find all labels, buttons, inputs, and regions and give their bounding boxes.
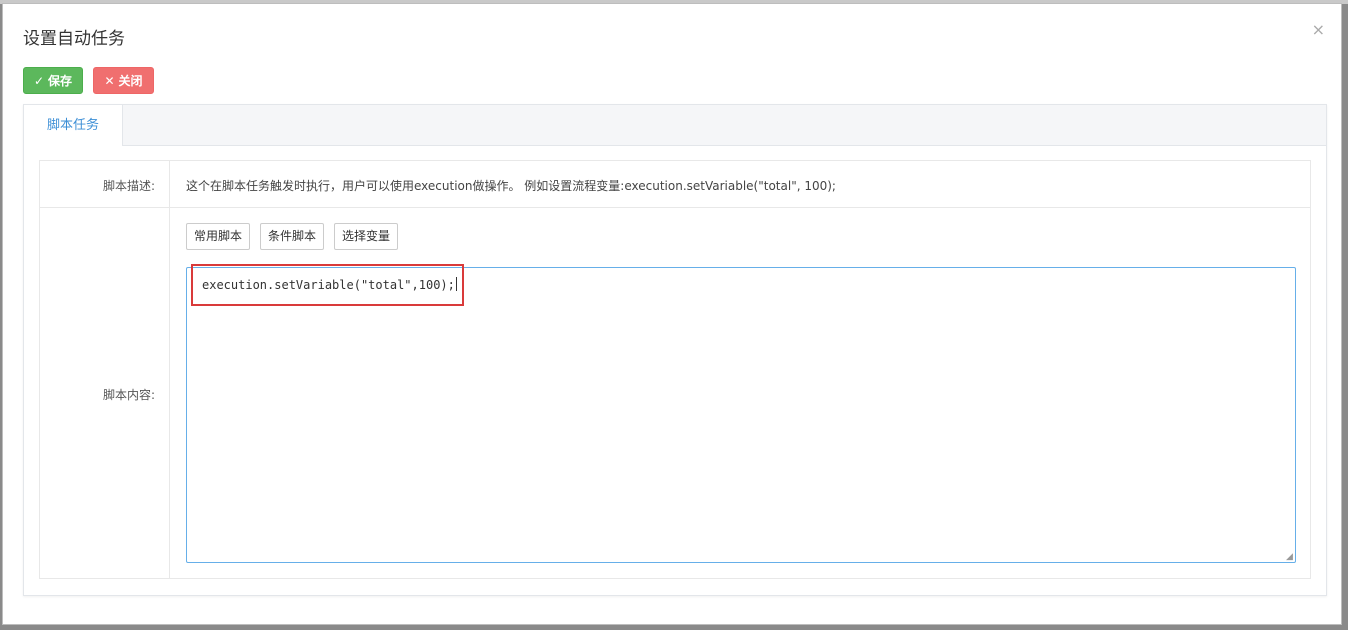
save-button-label: 保存: [48, 74, 73, 88]
save-button[interactable]: ✓ 保存: [23, 67, 83, 94]
resize-grip-icon[interactable]: ◢: [1286, 553, 1294, 562]
common-script-button[interactable]: 常用脚本: [186, 223, 250, 250]
description-row: 脚本描述: 这个在脚本任务触发时执行，用户可以使用execution做操作。 例…: [40, 161, 1310, 208]
close-button[interactable]: ✕ 关闭: [93, 67, 154, 94]
condition-script-button[interactable]: 条件脚本: [260, 223, 324, 250]
close-button-label: 关闭: [118, 74, 143, 88]
script-form: 脚本描述: 这个在脚本任务触发时执行，用户可以使用execution做操作。 例…: [39, 160, 1311, 579]
tab-bar: 脚本任务: [24, 105, 1326, 146]
tab-panel: 脚本任务 脚本描述: 这个在脚本任务触发时执行，用户可以使用execution做…: [23, 104, 1327, 596]
auto-task-dialog: 设置自动任务 × ✓ 保存 ✕ 关闭 脚本任务 脚本描述: 这个在脚本任务触发时执行…: [2, 3, 1342, 625]
tab-script-task[interactable]: 脚本任务: [24, 105, 123, 146]
x-icon: ✕: [104, 74, 115, 88]
description-text: 这个在脚本任务触发时执行，用户可以使用execution做操作。 例如设置流程变…: [186, 179, 836, 193]
close-icon[interactable]: ×: [1312, 22, 1325, 38]
content-row: 脚本内容: 常用脚本 条件脚本 选择变量 execution.setVariab…: [40, 208, 1310, 578]
description-label-cell: 脚本描述:: [40, 161, 170, 207]
annotation-highlight-box: [191, 264, 464, 306]
script-content-textarea[interactable]: execution.setVariable("total",100); ◢: [186, 264, 1296, 563]
dialog-title: 设置自动任务: [23, 29, 125, 49]
check-icon: ✓: [33, 74, 45, 88]
description-label: 脚本描述:: [102, 179, 155, 193]
content-label-cell: 脚本内容:: [40, 208, 170, 578]
select-variable-button[interactable]: 选择变量: [334, 223, 398, 250]
content-label: 脚本内容:: [102, 388, 155, 402]
